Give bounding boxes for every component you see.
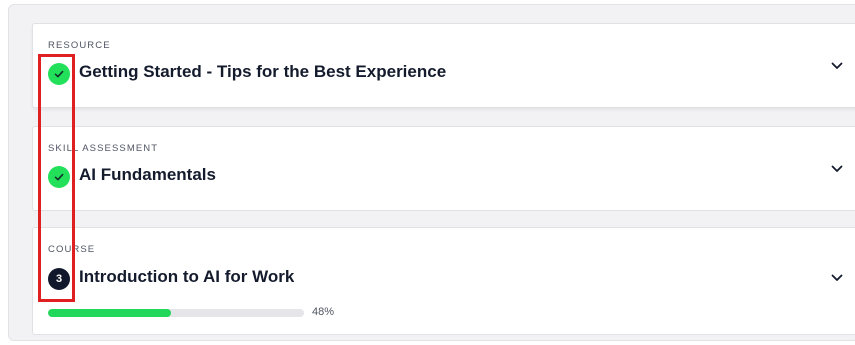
step-number-badge: 3	[48, 268, 70, 290]
progress-bar-fill	[48, 309, 171, 317]
chevron-down-icon[interactable]	[831, 62, 843, 70]
item-title[interactable]: Introduction to AI for Work	[79, 267, 294, 287]
item-type-label: SKILL ASSESSMENT	[48, 143, 159, 154]
progress-bar	[48, 309, 304, 317]
chevron-down-icon[interactable]	[831, 274, 843, 282]
progress-percent: 48%	[312, 306, 335, 318]
path-item-card[interactable]: SKILL ASSESSMENT AI Fundamentals	[32, 126, 855, 211]
path-item-card[interactable]: COURSE 3 Introduction to AI for Work 48%	[32, 227, 855, 335]
chevron-down-icon[interactable]	[831, 165, 843, 173]
item-type-label: RESOURCE	[48, 40, 111, 51]
complete-check-icon	[48, 63, 70, 85]
complete-check-icon	[48, 166, 70, 188]
item-type-label: COURSE	[48, 244, 96, 255]
item-title[interactable]: Getting Started - Tips for the Best Expe…	[79, 62, 446, 82]
path-item-card[interactable]: RESOURCE Getting Started - Tips for the …	[32, 23, 855, 108]
item-title[interactable]: AI Fundamentals	[79, 165, 216, 185]
